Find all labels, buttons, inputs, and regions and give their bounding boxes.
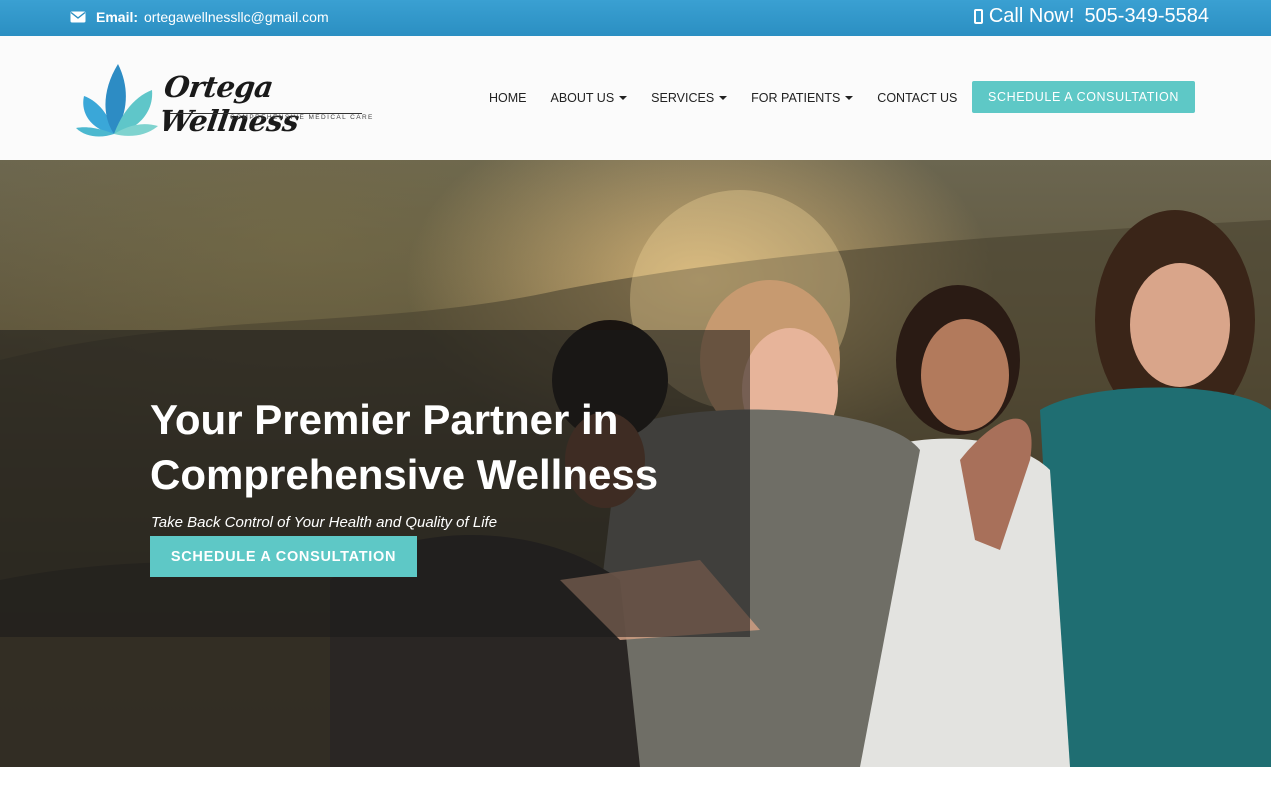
nav-about-us[interactable]: ABOUT US: [551, 91, 628, 105]
chevron-down-icon: [845, 96, 854, 100]
page-below-hero: [0, 767, 1271, 795]
lotus-logo-icon: [76, 64, 158, 137]
chevron-down-icon: [619, 96, 628, 100]
nav-home-label: HOME: [489, 91, 527, 105]
hero-title-line-2: Comprehensive Wellness: [150, 451, 659, 498]
email-contact[interactable]: Email: ortegawellnessllc@gmail.com: [70, 9, 329, 25]
nav-contact-us-label: CONTACT US: [877, 91, 958, 105]
nav-about-us-label: ABOUT US: [550, 91, 615, 105]
chevron-down-icon: [719, 96, 728, 100]
phone-number[interactable]: 505-349-5584: [1084, 5, 1209, 28]
schedule-consultation-hero-button[interactable]: SCHEDULE A CONSULTATION: [150, 536, 417, 577]
nav-services[interactable]: SERVICES: [651, 91, 728, 105]
email-address[interactable]: ortegawellnessllc@gmail.com: [144, 9, 329, 25]
hero-subtitle: Take Back Control of Your Health and Qua…: [151, 514, 498, 531]
hero-title-line-1: Your Premier Partner in: [150, 396, 619, 443]
mobile-phone-icon: [973, 9, 983, 24]
call-now-label: Call Now!: [988, 5, 1075, 27]
nav-home[interactable]: HOME: [489, 91, 527, 105]
email-label: Email:: [96, 9, 139, 25]
nav-for-patients-label: FOR PATIENTS: [751, 91, 841, 105]
main-nav: HOME ABOUT US SERVICES FOR PATIENTS CONT…: [489, 91, 981, 105]
nav-for-patients[interactable]: FOR PATIENTS: [751, 91, 854, 105]
schedule-consultation-nav-button[interactable]: SCHEDULE A CONSULTATION: [972, 81, 1195, 113]
logo-wordmark: Ortega Wellness: [157, 70, 301, 138]
logo-tagline: COMPREHENSIVE MEDICAL CARE: [230, 114, 374, 121]
hero-banner: Your Premier Partner in Comprehensive We…: [0, 160, 1271, 767]
site-header: Ortega Wellness COMPREHENSIVE MEDICAL CA…: [0, 36, 1271, 160]
site-logo[interactable]: Ortega Wellness COMPREHENSIVE MEDICAL CA…: [74, 60, 374, 138]
nav-contact-us[interactable]: CONTACT US: [877, 91, 957, 105]
envelope-icon: [70, 11, 86, 23]
nav-services-label: SERVICES: [651, 91, 715, 105]
phone-contact[interactable]: Call Now! 505-349-5584: [973, 5, 1209, 28]
hero-title: Your Premier Partner in Comprehensive We…: [150, 392, 750, 502]
top-contact-bar: Email: ortegawellnessllc@gmail.com Call …: [0, 0, 1271, 36]
